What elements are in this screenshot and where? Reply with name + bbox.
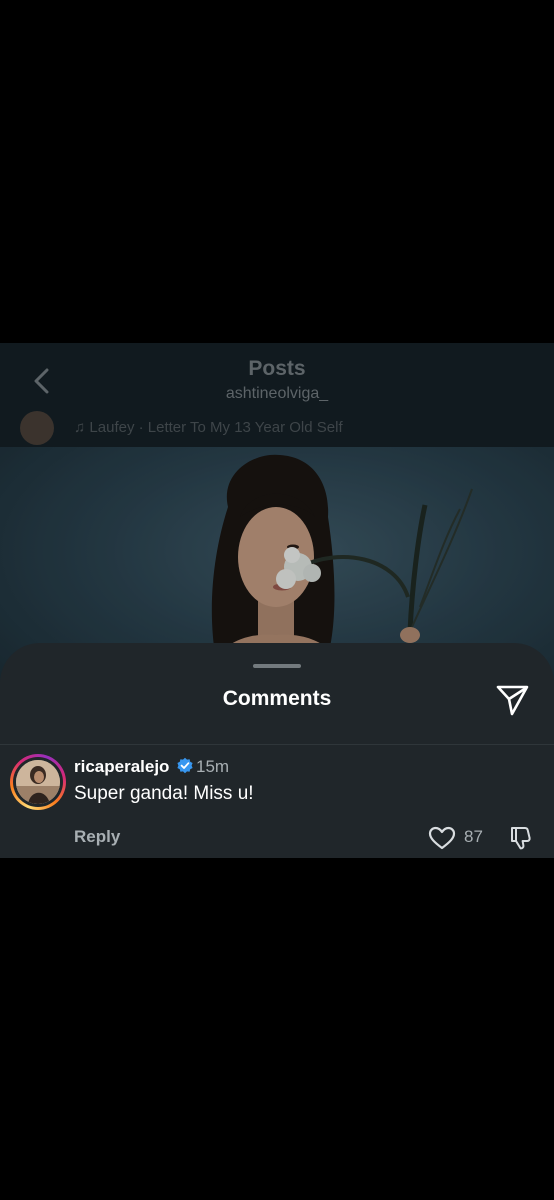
verified-badge-icon bbox=[177, 757, 193, 774]
comments-title: Comments bbox=[222, 687, 332, 710]
comment-text: Super ganda! Miss u! bbox=[74, 783, 254, 804]
like-count: 87 bbox=[464, 827, 483, 846]
reply-button[interactable]: Reply bbox=[74, 827, 120, 847]
paper-plane-icon[interactable] bbox=[493, 681, 531, 719]
avatar-photo bbox=[16, 760, 60, 804]
comments-sheet: Comments ricaperalejo 15m Super ganda! M… bbox=[0, 643, 554, 858]
avatar-gap bbox=[13, 757, 63, 807]
page-subtitle: ashtineolviga_ bbox=[225, 385, 329, 402]
avatar-art bbox=[16, 760, 60, 804]
commenter-avatar[interactable] bbox=[10, 754, 66, 810]
heart-outline-icon[interactable] bbox=[428, 826, 456, 850]
page-title: Posts bbox=[248, 357, 306, 380]
posts-header: Posts ashtineolviga_ ♫ Laufey · Letter T… bbox=[0, 343, 554, 447]
post-author-avatar[interactable] bbox=[20, 411, 54, 445]
comment-time: 15m bbox=[196, 757, 230, 776]
comment-item: ricaperalejo 15m Super ganda! Miss u! Re… bbox=[0, 745, 554, 858]
comment-username[interactable]: ricaperalejo bbox=[74, 757, 169, 777]
sheet-grabber[interactable] bbox=[253, 664, 301, 668]
thumbs-down-icon[interactable] bbox=[508, 825, 534, 851]
audio-track-label[interactable]: ♫ Laufey · Letter To My 13 Year Old Self bbox=[74, 419, 343, 435]
